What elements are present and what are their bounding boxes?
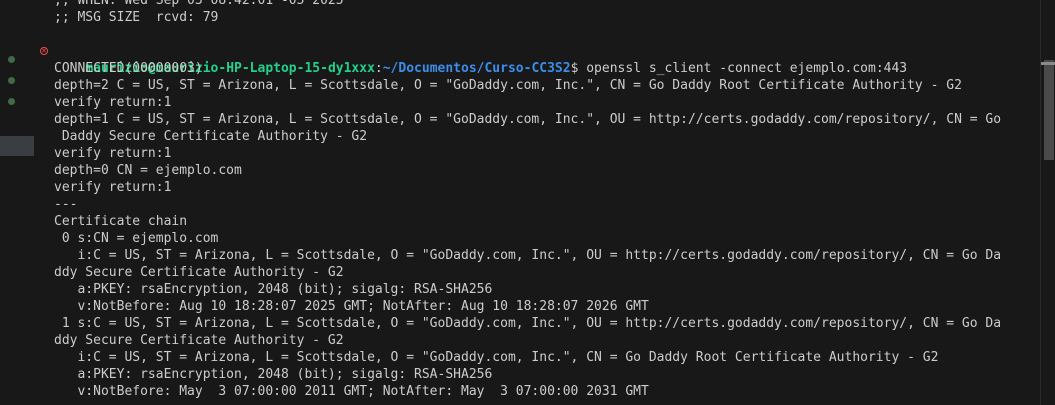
output-line: CONNECTED(00000003) [54, 61, 203, 76]
command-failed-icon[interactable]: × [40, 47, 48, 55]
output-line: a:PKEY: rsaEncryption, 2048 (bit); sigal… [54, 367, 493, 382]
terminal-output[interactable]: ;; WHEN: Wed Sep 03 08:42:01 -05 2025 ;;… [0, 0, 1030, 405]
output-line: depth=2 C = US, ST = Arizona, L = Scotts… [54, 78, 962, 93]
terminal-scrollbar[interactable] [1040, 0, 1055, 405]
scrollbar-position-marker [1041, 62, 1055, 65]
output-line: Daddy Secure Certificate Authority - G2 [54, 129, 368, 144]
scrollbar-thumb[interactable] [1044, 60, 1054, 160]
output-line: verify return:1 [54, 180, 172, 195]
output-line: 0 s:CN = ejemplo.com [54, 231, 219, 246]
terminal-line: ;; MSG SIZE rcvd: 79 [54, 10, 219, 25]
output-line: ddy Secure Certificate Authority - G2 [54, 265, 344, 280]
prompt-line: × maurizio@maurizio-HP-Laptop-15-dy1xxx:~… [0, 43, 1030, 76]
output-line: verify return:1 [54, 146, 172, 161]
terminal-line: ;; WHEN: Wed Sep 03 08:42:01 -05 2025 [54, 0, 344, 8]
output-line: ddy Secure Certificate Authority - G2 [54, 333, 344, 348]
output-line: verify return:1 [54, 95, 172, 110]
output-line: i:C = US, ST = Arizona, L = Scottsdale, … [54, 248, 1002, 263]
output-line: v:NotBefore: May 3 07:00:00 2011 GMT; No… [54, 384, 649, 399]
output-line: depth=0 CN = ejemplo.com [54, 163, 242, 178]
output-line: a:PKEY: rsaEncryption, 2048 (bit); sigal… [54, 282, 493, 297]
output-line: i:C = US, ST = Arizona, L = Scottsdale, … [54, 350, 939, 365]
output-line: 1 s:C = US, ST = Arizona, L = Scottsdale… [54, 316, 1002, 331]
output-line: depth=1 C = US, ST = Arizona, L = Scotts… [54, 112, 1002, 127]
output-line: v:NotBefore: Aug 10 18:28:07 2025 GMT; N… [54, 299, 649, 314]
output-line: Certificate chain [54, 214, 188, 229]
output-line: --- [54, 197, 78, 212]
